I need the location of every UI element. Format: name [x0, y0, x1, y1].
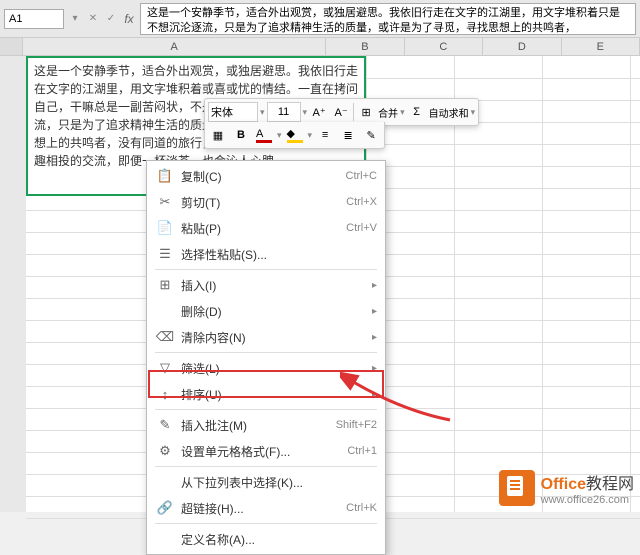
column-header[interactable]: A: [23, 38, 326, 55]
chevron-down-icon[interactable]: ▾: [471, 107, 476, 118]
menu-shortcut: Ctrl+1: [347, 445, 377, 457]
formula-input[interactable]: 这是一个安静季节，适合外出观赏，或独居避思。我依旧行走在文字的江湖里，用文字堆积…: [140, 3, 636, 35]
menu-label: 筛选(L): [175, 360, 368, 377]
column-header[interactable]: B: [326, 38, 404, 55]
menu-icon: ✂: [155, 194, 175, 210]
menu-label: 粘贴(P): [175, 220, 346, 237]
dropdown-icon[interactable]: ▾: [68, 10, 82, 28]
menu-label: 复制(C): [175, 168, 346, 185]
menu-label: 定义名称(A)...: [175, 531, 377, 548]
column-header[interactable]: E: [562, 38, 640, 55]
cancel-icon[interactable]: ✕: [86, 10, 100, 28]
menu-item[interactable]: 从下拉列表中选择(K)...: [147, 469, 385, 495]
menu-item[interactable]: 定义名称(A)...: [147, 526, 385, 552]
chevron-down-icon[interactable]: ▾: [308, 130, 313, 141]
menu-label: 插入批注(M): [175, 417, 336, 434]
menu-label: 超链接(H)...: [175, 500, 346, 517]
font-color-icon[interactable]: A: [254, 125, 274, 145]
menu-icon: ☰: [155, 246, 175, 262]
menu-icon: 📄: [155, 220, 175, 236]
separator: [353, 103, 354, 121]
menu-item[interactable]: 删除(D)▸: [147, 298, 385, 324]
mini-toolbar-row2: ▦ B A ▾ ◆ ▾ ≡ ≣ ✎: [204, 122, 385, 149]
menu-item[interactable]: 📄粘贴(P)Ctrl+V: [147, 215, 385, 241]
merge-icon[interactable]: ⊞: [356, 102, 376, 122]
menu-item[interactable]: ⌫清除内容(N)▸: [147, 324, 385, 350]
menu-item[interactable]: ⚙设置单元格格式(F)...Ctrl+1: [147, 438, 385, 464]
menu-label: 清除内容(N): [175, 329, 368, 346]
font-size[interactable]: [267, 102, 301, 122]
submenu-arrow-icon: ▸: [368, 363, 377, 374]
menu-item[interactable]: ✂剪切(T)Ctrl+X: [147, 189, 385, 215]
accept-icon[interactable]: ✓: [104, 10, 118, 28]
menu-icon: 🔗: [155, 500, 175, 516]
menu-item[interactable]: ⊞插入(I)▸: [147, 272, 385, 298]
menu-icon: ⊞: [155, 277, 175, 293]
menu-icon: ⚙: [155, 443, 175, 459]
align-center-icon[interactable]: ≣: [338, 125, 358, 145]
menu-icon: ▽: [155, 360, 175, 376]
submenu-arrow-icon: ▸: [368, 389, 377, 400]
fill-color-icon[interactable]: ◆: [285, 125, 305, 145]
watermark: Office教程网 www.office26.com: [499, 470, 634, 506]
menu-label: 插入(I): [175, 277, 368, 294]
menu-shortcut: Ctrl+V: [346, 222, 377, 234]
autosum-label: 自动求和: [429, 105, 469, 120]
menu-item[interactable]: 🔗超链接(H)...Ctrl+K: [147, 495, 385, 521]
logo-icon: [499, 470, 535, 506]
menu-item[interactable]: ✎插入批注(M)Shift+F2: [147, 412, 385, 438]
border-icon[interactable]: ▦: [208, 125, 228, 145]
increase-font-icon[interactable]: A⁺: [309, 102, 329, 122]
menu-label: 删除(D): [175, 303, 368, 320]
fx-icon[interactable]: fx: [122, 10, 136, 28]
submenu-arrow-icon: ▸: [368, 280, 377, 291]
bold-button[interactable]: B: [231, 125, 251, 145]
menu-icon: ✎: [155, 417, 175, 433]
menu-label: 从下拉列表中选择(K)...: [175, 474, 377, 491]
merge-label: 合并: [378, 105, 398, 120]
menu-item[interactable]: ▽筛选(L)▸: [147, 355, 385, 381]
column-header[interactable]: C: [405, 38, 483, 55]
menu-icon: ⌫: [155, 329, 175, 345]
decrease-font-icon[interactable]: A⁻: [331, 102, 351, 122]
menu-item[interactable]: ☰选择性粘贴(S)...: [147, 241, 385, 267]
align-left-icon[interactable]: ≡: [315, 125, 335, 145]
chevron-down-icon[interactable]: ▾: [400, 107, 405, 118]
menu-icon: ↕: [155, 387, 175, 402]
format-painter-icon[interactable]: ✎: [361, 125, 381, 145]
menu-shortcut: Ctrl+X: [346, 196, 377, 208]
menu-shortcut: Ctrl+C: [346, 170, 377, 182]
autosum-icon[interactable]: Σ: [407, 102, 427, 122]
font-select[interactable]: [208, 102, 258, 122]
menu-label: 排序(U): [175, 386, 368, 403]
select-all-corner[interactable]: [0, 38, 23, 55]
brand-prefix: Office: [541, 476, 586, 493]
menu-shortcut: Shift+F2: [336, 419, 377, 431]
brand-url: www.office26.com: [541, 494, 634, 506]
menu-shortcut: Ctrl+K: [346, 502, 377, 514]
chevron-down-icon[interactable]: ▾: [277, 130, 282, 141]
column-header[interactable]: D: [483, 38, 561, 55]
brand-suffix: 教程网: [586, 476, 634, 493]
name-box[interactable]: [4, 9, 64, 29]
menu-item[interactable]: 📋复制(C)Ctrl+C: [147, 163, 385, 189]
chevron-down-icon[interactable]: ▾: [303, 107, 308, 118]
submenu-arrow-icon: ▸: [368, 306, 377, 317]
menu-label: 选择性粘贴(S)...: [175, 246, 377, 263]
menu-item[interactable]: ↕排序(U)▸: [147, 381, 385, 407]
menu-label: 设置单元格格式(F)...: [175, 443, 347, 460]
chevron-down-icon[interactable]: ▾: [260, 107, 265, 118]
context-menu: 📋复制(C)Ctrl+C✂剪切(T)Ctrl+X📄粘贴(P)Ctrl+V☰选择性…: [146, 160, 386, 555]
menu-icon: 📋: [155, 168, 175, 184]
submenu-arrow-icon: ▸: [368, 332, 377, 343]
menu-label: 剪切(T): [175, 194, 346, 211]
